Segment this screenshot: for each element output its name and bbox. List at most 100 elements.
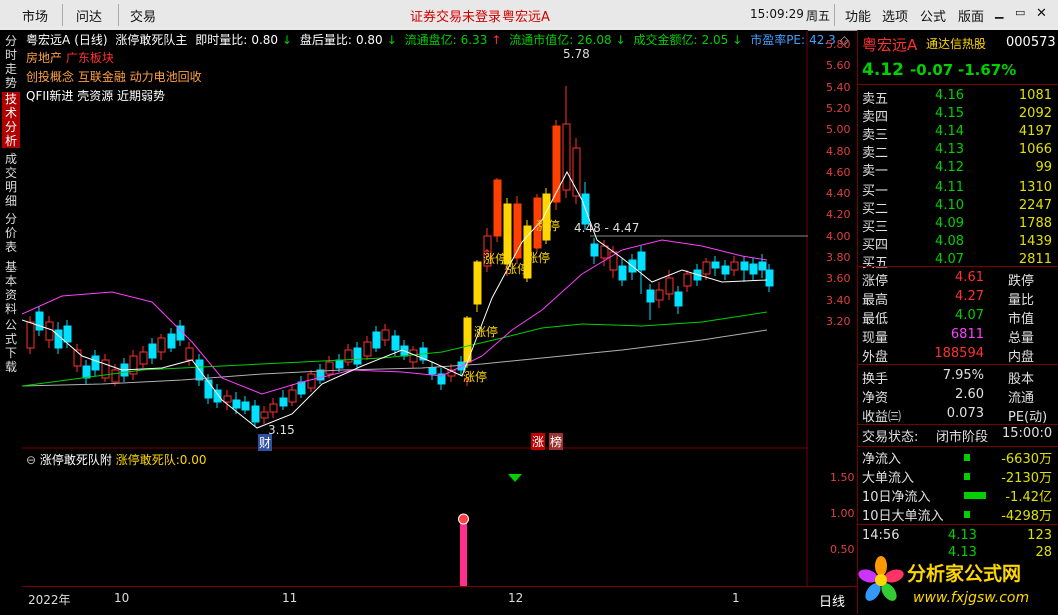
candle-body: [82, 365, 91, 379]
zt-label-1: 涨停: [474, 325, 499, 339]
tab-formula-download[interactable]: 公式下载: [2, 318, 20, 374]
candle-body: [353, 347, 362, 365]
book-price: 4.15: [935, 106, 964, 121]
bang-badge[interactable]: 榜: [549, 433, 564, 450]
close-icon[interactable]: ✕: [1036, 6, 1047, 21]
menu-market[interactable]: 市场: [22, 6, 48, 25]
price-axis-tick: 4.00: [826, 229, 851, 243]
concept-line-3: QFII新进 壳资源 近期弱势: [26, 89, 166, 103]
stock-tab[interactable]: 粤宏远A: [502, 6, 550, 25]
book-volume: 1310: [1018, 180, 1052, 195]
zt-label-3: 涨停: [483, 252, 508, 266]
price-axis-tick: 3.60: [826, 272, 851, 286]
candle-body: [428, 367, 437, 375]
ask-row[interactable]: 卖四 4.15 2092: [862, 106, 1056, 125]
candle-body: [473, 261, 482, 305]
stock-name: 粤宏远A: [862, 36, 918, 54]
status-label: 交易状态:: [862, 430, 919, 445]
candle-body: [600, 245, 609, 259]
quote-panel: 粤宏远A 通达信热股 000573 4.12 -0.07 -1.67% 卖五 4.…: [857, 30, 1058, 614]
candle-body: [665, 277, 674, 295]
price-axis-tick: 3.40: [826, 293, 851, 307]
price-axis-tick: 4.80: [826, 144, 851, 158]
menu-wenda[interactable]: 问达: [76, 6, 102, 25]
price-change-pct: -1.67%: [958, 61, 1017, 79]
menu-options[interactable]: 选项: [882, 6, 908, 25]
indicator-info-bar: 粤宏远A (日线) 涨停敢死队主 即时量比: 0.80 ↓ 盘后量比: 0.80 ↓ 流通…: [26, 33, 850, 47]
candle-body: [26, 321, 35, 349]
book-volume: 2811: [1018, 252, 1052, 267]
price-axis-tick: 4.60: [826, 165, 851, 179]
indicator-name: 涨停敢死队主: [115, 33, 188, 47]
login-notice[interactable]: 证券交易未登录: [410, 6, 501, 25]
flow-bar: [964, 454, 970, 461]
menu-layout[interactable]: 版面: [958, 6, 984, 25]
candle-body: [590, 243, 599, 257]
flow-row: 10日大单流入 -4298万: [862, 509, 1052, 524]
tab-trades[interactable]: 成交明细: [2, 152, 20, 208]
quote-row: 涨停 4.61 跌停: [862, 270, 1035, 289]
menu-formula[interactable]: 公式: [920, 6, 946, 25]
candle-body: [363, 341, 372, 357]
bid-row[interactable]: 买二 4.10 2247: [862, 198, 1056, 217]
tab-technical[interactable]: 技术分析: [2, 92, 20, 148]
ask-row[interactable]: 卖一 4.12 99: [862, 160, 1056, 179]
ratio-row: 收益㈢ 0.073 PE(动): [862, 406, 1048, 425]
clock-time: 15:09:29: [750, 7, 804, 21]
tab-timeshare[interactable]: 分时走势: [2, 34, 20, 90]
price-axis-tick: 5.20: [826, 101, 851, 115]
book-label: 买四: [862, 238, 889, 253]
candle-body: [721, 265, 730, 275]
candle-body: [683, 273, 692, 287]
book-price: 4.07: [935, 252, 964, 267]
book-label: 卖五: [862, 92, 889, 107]
zt-label-5: 涨停: [526, 251, 551, 265]
sub-axis-tick: 1.50: [830, 471, 855, 484]
flow-row: 净流入 -6630万: [862, 452, 1052, 467]
candle-body: [45, 321, 54, 341]
finance-badge[interactable]: 财: [258, 434, 273, 451]
menu-trade[interactable]: 交易: [130, 6, 156, 25]
kline-chart[interactable]: ↑↑↑↑: [22, 30, 808, 586]
bid-row[interactable]: 买三 4.09 1788: [862, 216, 1056, 235]
candle-body: [552, 125, 561, 203]
candle-body: [758, 261, 767, 271]
candle-body: [288, 389, 297, 403]
candle-body: [279, 397, 288, 407]
book-label: 买三: [862, 220, 889, 235]
candle-body: [297, 381, 306, 395]
ask-row[interactable]: 卖二 4.13 1066: [862, 142, 1056, 161]
price-change: -0.07: [910, 61, 954, 79]
book-price: 4.09: [935, 216, 964, 231]
left-tab-strip: 分时走势 技术分析 成交明细 分价表 基本资料 公式下载: [0, 30, 23, 596]
flow-row: 10日净流入 -1.42亿: [862, 490, 1052, 505]
ask-row[interactable]: 卖五 4.16 1081: [862, 88, 1056, 107]
candle-body: [260, 411, 269, 419]
book-volume: 4197: [1018, 124, 1052, 139]
book-price: 4.13: [935, 142, 964, 157]
price-axis-tick: 3.80: [826, 251, 851, 264]
hot-stock-tag: 通达信热股: [926, 37, 987, 51]
tab-basic-info[interactable]: 基本资料: [2, 260, 20, 316]
bid-row[interactable]: 买一 4.11 1310: [862, 180, 1056, 199]
tab-price-table[interactable]: 分价表: [2, 212, 20, 254]
candle-body: [730, 261, 739, 271]
book-price: 4.08: [935, 234, 964, 249]
zhang-badge[interactable]: 涨: [531, 433, 546, 450]
status-value: 闭市阶段: [936, 430, 989, 445]
candle-body: [381, 329, 390, 341]
book-label: 卖一: [862, 164, 889, 179]
restore-icon[interactable]: ▭: [1015, 6, 1025, 19]
bid-row[interactable]: 买五 4.07 2811: [862, 252, 1056, 271]
quote-row: 现量 6811 总量: [862, 327, 1035, 346]
book-price: 4.11: [935, 180, 964, 195]
book-price: 4.12: [935, 160, 964, 175]
candle-body: [740, 261, 749, 271]
flow-bar: [964, 473, 970, 480]
bid-row[interactable]: 买四 4.08 1439: [862, 234, 1056, 253]
ask-row[interactable]: 卖三 4.14 4197: [862, 124, 1056, 143]
candle-body: [711, 261, 720, 269]
book-label: 卖四: [862, 110, 889, 125]
menu-function[interactable]: 功能: [845, 6, 871, 25]
minimize-icon[interactable]: ▁: [995, 6, 1003, 19]
